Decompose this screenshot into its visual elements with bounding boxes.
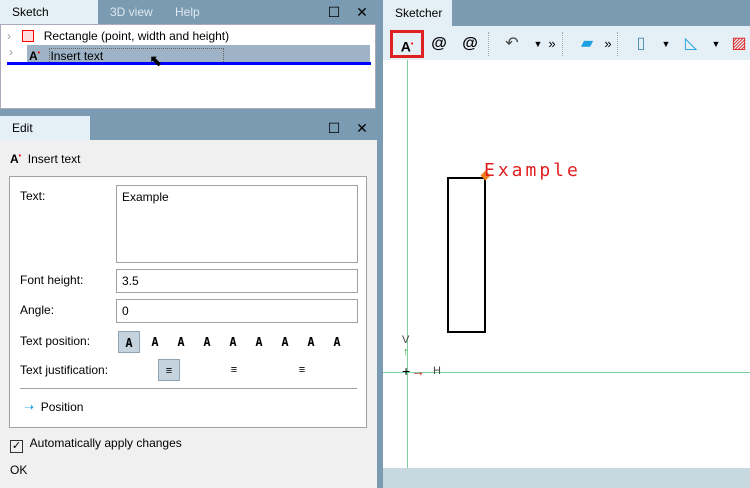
justify-right-icon[interactable]: ≡	[291, 359, 313, 381]
tree-item-rectangle[interactable]: › Rectangle (point, width and height)	[7, 27, 367, 45]
text-position-middle-left[interactable]: A	[144, 331, 166, 353]
tab-sketch-history[interactable]: Sketch history	[0, 0, 98, 43]
more-icon[interactable]: »	[602, 30, 614, 58]
eraser-icon[interactable]: ▰	[574, 30, 600, 58]
axis-v-label: V	[402, 334, 410, 346]
text-position-bottom-center[interactable]: A	[196, 331, 218, 353]
drop-indicator	[7, 62, 371, 65]
edit-tabbar: Edit element ☐ ✕	[0, 116, 377, 159]
text-properties-group: Text: Example Font height: 3.5 Angle: 0 …	[9, 176, 367, 428]
toolbar-separator	[488, 32, 489, 56]
edit-element-panel: A• Insert text Text: Example Font height…	[0, 140, 377, 488]
position-arrow-icon: ➝	[24, 400, 35, 414]
y-arrow-icon: ↑	[403, 346, 409, 358]
maximize-icon[interactable]: ☐	[325, 116, 343, 140]
edit-header-label: Insert text	[27, 152, 81, 166]
close-icon[interactable]: ✕	[353, 116, 371, 140]
expand-chevron-icon[interactable]: ›	[7, 29, 11, 43]
text-position-middle-right[interactable]: A	[300, 331, 322, 353]
tab-edit-element[interactable]: Edit element	[0, 116, 90, 159]
sketch-text[interactable]: Example	[484, 160, 581, 181]
text-position-top-center[interactable]: A	[248, 331, 270, 353]
dropdown-arrow-icon[interactable]: ▼	[660, 30, 672, 58]
undo-icon[interactable]: ↶	[500, 30, 524, 58]
divider	[20, 388, 357, 389]
text-position-bottom-left[interactable]: A	[118, 331, 140, 353]
rectangle-icon	[22, 30, 35, 42]
toolbar-separator	[617, 32, 618, 56]
text-label: Text:	[20, 189, 46, 203]
text-icon: A•	[29, 49, 41, 63]
dimension-vertical-icon[interactable]: ▯	[630, 30, 652, 58]
dimension-angle-icon[interactable]: ◺	[680, 30, 702, 58]
text-position-top-right[interactable]: A	[326, 331, 348, 353]
sketcher-tabbar: Sketcher	[383, 0, 750, 26]
history-tabbar: Sketch history 3D view Help ☐ ✕	[0, 0, 377, 43]
font-height-label: Font height:	[20, 273, 84, 287]
font-height-input[interactable]: 3.5	[116, 269, 358, 293]
angle-label: Angle:	[20, 303, 55, 317]
text-position-center[interactable]: A	[222, 331, 244, 353]
auto-apply-checkbox[interactable]: ✓ Automatically apply changes	[10, 436, 182, 453]
x-arrow-icon: →	[411, 363, 425, 379]
justify-left-icon[interactable]: ≡	[158, 359, 180, 381]
status-strip	[383, 468, 750, 488]
tab-help[interactable]: Help	[163, 0, 212, 24]
text-input[interactable]: Example	[116, 185, 358, 263]
hatch-icon[interactable]: ▨	[728, 30, 750, 58]
position-button[interactable]: ➝ Position	[24, 400, 83, 414]
checkbox-checked-icon: ✓	[10, 440, 23, 453]
mouse-cursor-icon: ⬉	[149, 53, 163, 70]
text-position-top-left[interactable]: A	[170, 331, 192, 353]
tab-sketcher[interactable]: Sketcher	[383, 0, 452, 26]
angle-input[interactable]: 0	[116, 299, 358, 323]
expand-chevron-icon[interactable]: ›	[9, 45, 13, 59]
sketch-rectangle[interactable]	[447, 177, 486, 333]
vertical-axis-line	[407, 60, 408, 468]
ok-button[interactable]: OK	[10, 463, 27, 477]
tree-item-insert-text[interactable]: A• Insert text	[27, 45, 370, 64]
justify-center-icon[interactable]: ≡	[223, 359, 245, 381]
dropdown-arrow-icon[interactable]: ▼	[710, 30, 722, 58]
edit-header: A• Insert text	[10, 152, 80, 166]
dropdown-arrow-icon[interactable]: ▼	[532, 30, 544, 58]
tab-3d-view[interactable]: 3D view	[98, 0, 165, 24]
at-icon[interactable]: @	[427, 30, 451, 58]
sketch-canvas[interactable]: Example V ↑ + → H	[383, 60, 750, 468]
toolbar-separator	[562, 32, 563, 56]
position-label: Position	[40, 400, 84, 414]
text-position-bottom-right[interactable]: A	[274, 331, 296, 353]
more-icon[interactable]: »	[546, 30, 558, 58]
tree-item-label: Rectangle (point, width and height)	[43, 29, 230, 43]
axis-h-label: H	[433, 365, 441, 377]
history-tree: › Rectangle (point, width and height) A•…	[0, 24, 376, 109]
origin-icon: +	[402, 363, 411, 379]
close-icon[interactable]: ✕	[353, 0, 371, 24]
text-justification-label: Text justification:	[20, 363, 109, 377]
at-view-icon[interactable]: @	[457, 30, 483, 58]
text-icon: A•	[10, 152, 22, 166]
insert-text-tool-button[interactable]: A•	[390, 30, 424, 58]
text-position-label: Text position:	[20, 334, 91, 348]
maximize-icon[interactable]: ☐	[325, 0, 343, 24]
auto-apply-label: Automatically apply changes	[29, 436, 182, 450]
